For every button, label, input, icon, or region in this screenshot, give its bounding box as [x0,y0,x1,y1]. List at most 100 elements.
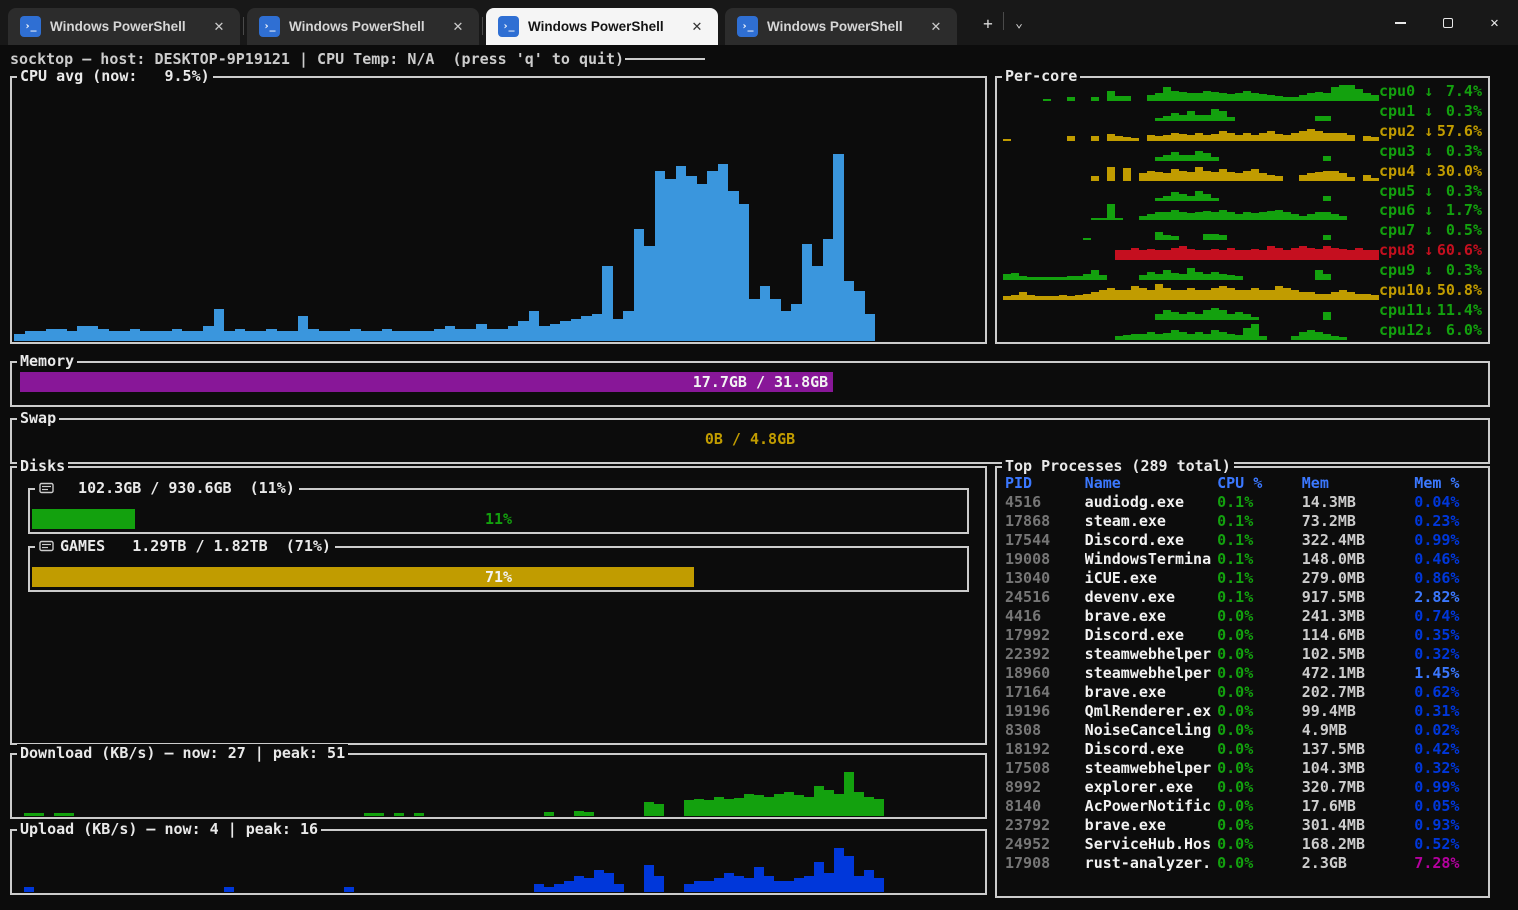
upload-panel: Upload (KB/s) — now: 4 | peak: 16 [10,829,987,895]
process-mem: 320.7MB [1302,778,1415,797]
new-tab-button[interactable]: + [973,8,1003,38]
tab-divider [482,17,483,35]
tab-dropdown-button[interactable]: ⌄ [1004,8,1034,38]
memory-gauge: 17.7GB / 31.8GB [20,372,1480,392]
close-icon: ✕ [1490,15,1498,31]
powershell-icon: ›_ [20,16,41,37]
process-mem: 322.4MB [1302,531,1415,550]
tab-title: Windows PowerShell [289,19,438,34]
swap-panel-label: Swap [17,409,59,427]
core-usage-value: 7.4% [1446,82,1482,100]
process-row: 18192Discord.exe0.0%137.5MB0.42% [1005,740,1484,759]
core-name: cpu2 ↓ [1379,122,1433,140]
core-name: cpu3 ↓ [1379,142,1433,160]
cpu-avg-bar [529,311,540,341]
process-mem: 4.9MB [1302,721,1415,740]
process-mem-percent: 1.45% [1414,664,1484,683]
process-mem: 14.3MB [1302,493,1415,512]
cpu-avg-bar [371,331,382,341]
cpu-avg-bar [329,331,340,341]
core-usage-value: 0.3% [1446,142,1482,160]
tab-2[interactable]: ›_Windows PowerShell✕ [247,8,479,45]
tab-close-icon[interactable]: ✕ [447,16,469,38]
net-bar [834,794,844,816]
cpu-avg-bar [697,184,708,342]
close-button[interactable]: ✕ [1471,0,1518,45]
download-chart [14,770,983,816]
tab-title: Windows PowerShell [528,19,677,34]
process-cpu-percent: 0.0% [1217,797,1302,816]
process-table: PIDNameCPU %MemMem %4516audiodg.exe0.1%1… [1005,474,1484,892]
cpu-avg-bar [455,329,466,342]
cpu-avg-bar [613,319,624,342]
net-bar [594,870,604,892]
process-name: AcPowerNotific [1085,797,1217,816]
cpu-avg-bar [823,239,834,342]
core-label: cpu8 ↓60.6% [1379,241,1482,259]
maximize-button[interactable] [1424,0,1471,45]
process-mem: 99.4MB [1302,702,1415,721]
process-pid: 24516 [1005,588,1085,607]
swap-panel: Swap 0B / 4.8GB [10,418,1490,464]
disk-panel-1: 102.3GB / 930.6GB (11%)11% [28,488,969,534]
cpu-avg-bar [256,331,267,341]
tab-close-icon[interactable]: ✕ [208,16,230,38]
cpu-avg-bar [466,329,477,342]
process-row: 17544Discord.exe0.1%322.4MB0.99% [1005,531,1484,550]
cpu-avg-bar [833,154,844,342]
process-row: 17908rust-analyzer.0.0%2.3GB7.28% [1005,854,1484,873]
process-row: 17868steam.exe0.1%73.2MB0.23% [1005,512,1484,531]
net-bar [344,887,354,893]
cpu-avg-bar [109,331,120,341]
top-processes-panel: Top Processes (289 total) PIDNameCPU %Me… [995,466,1490,898]
process-mem-percent: 0.02% [1414,721,1484,740]
cpu-avg-bar [592,314,603,342]
process-cpu-percent: 0.0% [1217,607,1302,626]
net-bar [604,873,614,892]
cpu-avg-bar [245,331,256,341]
cpu-avg-bar [56,329,67,342]
tab-3-active[interactable]: ›_Windows PowerShell✕ [486,8,718,45]
process-name: steamwebhelper [1085,759,1217,778]
disk-title: GAMES 1.29TB / 1.82TB (71%) [60,537,331,555]
tab-4[interactable]: ›_Windows PowerShell✕ [725,8,957,45]
process-mem-percent: 7.28% [1414,854,1484,873]
core-row-cpu4: cpu4 ↓30.0% [1003,161,1482,181]
core-usage-value: 30.0% [1437,162,1482,180]
net-bar [64,813,74,816]
minimize-button[interactable] [1377,0,1424,45]
disk-label: 102.3GB / 930.6GB (11%) [35,479,299,497]
process-cpu-percent: 0.1% [1217,588,1302,607]
process-mem-percent: 0.05% [1414,797,1484,816]
net-bar [834,848,844,892]
tab-1[interactable]: ›_Windows PowerShell✕ [8,8,240,45]
core-label: cpu7 ↓0.5% [1379,221,1482,239]
disk-title: 102.3GB / 930.6GB (11%) [60,479,295,497]
window-controls: ✕ [1377,0,1518,45]
tab-close-icon[interactable]: ✕ [686,16,708,38]
process-name: steamwebhelper [1085,645,1217,664]
cpu-avg-bar [644,246,655,341]
core-name: cpu6 ↓ [1379,201,1433,219]
cpu-avg-bar [844,281,855,341]
net-bar [794,878,804,892]
process-name: NoiseCanceling [1085,721,1217,740]
process-name: WindowsTermina [1085,550,1217,569]
process-name: ServiceHub.Hos [1085,835,1217,854]
cpu-avg-bar [46,329,57,342]
process-mem-percent: 0.86% [1414,569,1484,588]
core-label: cpu10↓50.8% [1379,281,1482,299]
net-bar [844,772,854,816]
upload-panel-label: Upload (KB/s) — now: 4 | peak: 16 [17,820,321,838]
tab-close-icon[interactable]: ✕ [925,16,947,38]
core-label: cpu6 ↓1.7% [1379,201,1482,219]
process-mem-percent: 0.99% [1414,531,1484,550]
core-label: cpu11↓11.4% [1379,301,1482,319]
tab-bar: ›_Windows PowerShell✕›_Windows PowerShel… [8,8,964,45]
process-pid: 17908 [1005,854,1085,873]
core-usage-value: 6.0% [1446,321,1482,339]
process-cpu-percent: 0.0% [1217,702,1302,721]
tab-divider [243,17,244,35]
cpu-avg-bar [476,324,487,342]
net-bar [24,813,34,816]
